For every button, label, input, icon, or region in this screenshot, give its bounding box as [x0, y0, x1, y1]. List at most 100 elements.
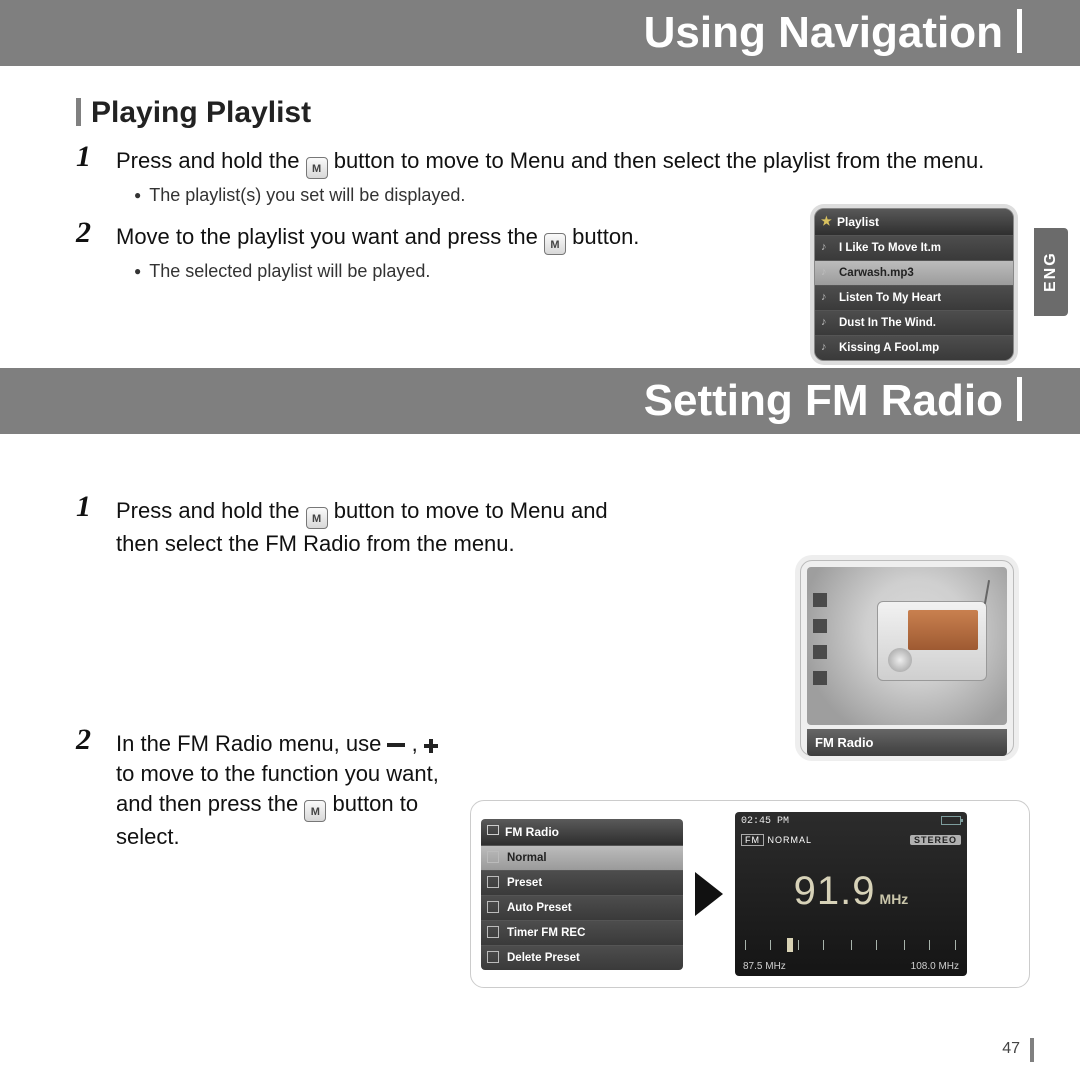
option-icon [487, 951, 499, 963]
step-number: 2 [76, 218, 91, 248]
tuner-topbar: 02:45 PM [741, 816, 961, 827]
fm-badge: FM [741, 834, 764, 846]
radio-illustration [877, 601, 987, 681]
header-title: Setting FM Radio [644, 376, 1003, 425]
subhead-bar-icon [76, 98, 81, 126]
step-text: In the FM Radio menu, use [116, 731, 387, 756]
page-number: 47 [1002, 1040, 1020, 1058]
thumbnail-side-icons [813, 593, 827, 685]
step-text: Move to the playlist you want and press … [116, 224, 544, 249]
playlist-header: ★ Playlist [815, 209, 1013, 235]
subhead-text: Playing Playlist [91, 96, 311, 129]
fm-menu-label: Timer FM REC [507, 927, 585, 939]
fm-menu-label: Preset [507, 877, 542, 889]
fm-thumbnail-image [807, 567, 1007, 725]
fm-menu-title: FM Radio [505, 825, 559, 839]
radio-screen-icon [908, 610, 978, 650]
note-icon: ♪ [821, 241, 827, 253]
bullet-note: The playlist(s) you set will be displaye… [76, 185, 1020, 206]
search-icon [813, 619, 827, 633]
radio-dial-icon [888, 648, 912, 672]
playlist-item: ♪ Kissing A Fool.mp [815, 335, 1013, 360]
fm-menu-header: FM Radio [481, 819, 683, 845]
playlist-screenshot: ★ Playlist ♪ I Like To Move It.m ♪ Carwash… [814, 208, 1014, 361]
folder-icon [813, 671, 827, 685]
option-icon [487, 876, 499, 888]
range-low: 87.5 MHz [743, 961, 786, 972]
note-icon: ♪ [821, 316, 827, 328]
note-icon: ♪ [821, 266, 827, 278]
fm-menu-item: Delete Preset [481, 945, 683, 970]
option-icon [487, 901, 499, 913]
menu-button-icon: M [304, 800, 326, 822]
playlist-item-label: Dust In The Wind. [839, 317, 936, 329]
range-high: 108.0 MHz [911, 961, 959, 972]
subheading: Playing Playlist [76, 96, 1020, 130]
battery-icon [941, 816, 961, 825]
fm-menu-label: Delete Preset [507, 952, 580, 964]
playlist-item-label: Carwash.mp3 [839, 267, 914, 279]
step-text: button. [572, 224, 639, 249]
tuner-range: 87.5 MHz 108.0 MHz [743, 961, 959, 972]
playlist-item-selected: ♪ Carwash.mp3 [815, 260, 1013, 285]
menu-button-icon: M [544, 233, 566, 255]
fm-menu-item: Preset [481, 870, 683, 895]
step-text: Press and hold the [116, 148, 306, 173]
tuner-marker-icon [787, 938, 793, 952]
tuner-mode: NORMAL [768, 835, 813, 845]
step-1: 1 Press and hold the M button to move to… [76, 496, 636, 559]
step-1: 1 Press and hold the M button to move to… [76, 146, 1020, 179]
list-icon [813, 645, 827, 659]
section-header-using-navigation: Using Navigation [0, 0, 1080, 66]
fm-screens-row: FM Radio Normal Preset Auto Preset Timer… [470, 800, 1030, 988]
playlist-title: Playlist [837, 215, 879, 229]
fm-menu-item-selected: Normal [481, 845, 683, 870]
header-title: Using Navigation [644, 8, 1003, 57]
fm-menu-screenshot: FM Radio Normal Preset Auto Preset Timer… [481, 819, 683, 970]
up-icon [813, 593, 827, 607]
freq-value: 91.9 [794, 869, 876, 913]
fm-menu-label: Normal [507, 852, 547, 864]
fm-caption: FM Radio [807, 729, 1007, 756]
menu-button-icon: M [306, 507, 328, 529]
section-header-setting-fm: Setting FM Radio [0, 368, 1080, 434]
step-number: 1 [76, 142, 91, 172]
playlist-item: ♪ Listen To My Heart [815, 285, 1013, 310]
step-number: 2 [76, 725, 91, 755]
note-icon: ♪ [821, 341, 827, 353]
language-tab: ENG [1034, 228, 1068, 316]
step-text: button to move to Menu and then select t… [334, 148, 985, 173]
header-divider-icon [1017, 377, 1022, 421]
fm-menu-label: Auto Preset [507, 902, 572, 914]
radio-icon [487, 825, 499, 835]
tuner-frequency: 91.9MHz [741, 869, 961, 914]
fm-tuner-screenshot: 02:45 PM FM NORMAL STEREO 91.9MHz 87.5 M… [735, 812, 967, 976]
playlist-item-label: Kissing A Fool.mp [839, 342, 939, 354]
tuner-time: 02:45 PM [741, 816, 789, 827]
option-icon [487, 926, 499, 938]
arrow-right-icon [695, 872, 723, 916]
star-icon: ★ [821, 214, 832, 228]
minus-icon [387, 743, 405, 747]
freq-unit: MHz [880, 891, 909, 907]
note-icon: ♪ [821, 291, 827, 303]
tuner-scale [745, 940, 957, 956]
tuner-status-row: FM NORMAL STEREO [741, 835, 961, 845]
menu-button-icon: M [306, 157, 328, 179]
header-divider-icon [1017, 9, 1022, 53]
step-number: 1 [76, 492, 91, 522]
page-bar-icon [1030, 1038, 1034, 1062]
fm-menu-item: Auto Preset [481, 895, 683, 920]
step-text: Press and hold the [116, 498, 306, 523]
playlist-item: ♪ Dust In The Wind. [815, 310, 1013, 335]
fm-radio-thumbnail: FM Radio [800, 560, 1014, 756]
step-2: 2 In the FM Radio menu, use , to move to… [76, 729, 456, 852]
stereo-badge: STEREO [910, 835, 961, 845]
playlist-item-label: I Like To Move It.m [839, 242, 941, 254]
plus-icon [424, 739, 438, 753]
fm-menu-item: Timer FM REC [481, 920, 683, 945]
playlist-item: ♪ I Like To Move It.m [815, 235, 1013, 260]
playlist-item-label: Listen To My Heart [839, 292, 941, 304]
option-icon [487, 851, 499, 863]
comma: , [412, 731, 424, 756]
